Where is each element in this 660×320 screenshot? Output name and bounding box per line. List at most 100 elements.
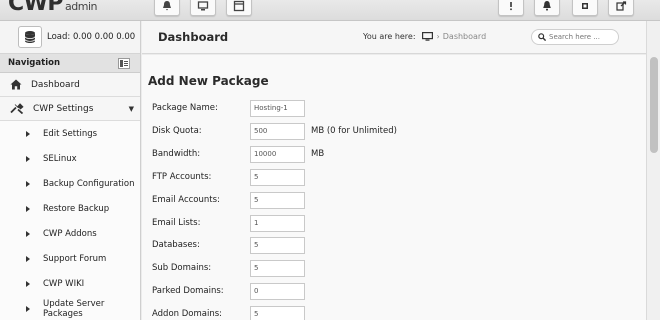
content-header: Dashboard You are here: › Dashboard: [142, 21, 646, 54]
form-row: Addon Domains:: [152, 305, 305, 320]
form-row: FTP Accounts:: [152, 168, 305, 186]
navigation-title: Navigation: [8, 58, 60, 68]
sidebar-subitem-label: CWP WIKI: [43, 278, 85, 289]
field-input[interactable]: [250, 305, 305, 320]
sidebar-subitem-label: Restore Backup: [43, 203, 110, 214]
server-load: Load: 0.00 0.00 0.00: [0, 21, 140, 54]
bell-icon: [163, 1, 171, 11]
cwp-logo[interactable]: CWP admin: [8, 0, 98, 16]
field-input[interactable]: [250, 122, 305, 140]
breadcrumb: You are here: › Dashboard: [363, 32, 486, 41]
sidebar-subitem[interactable]: Support Forum: [0, 246, 140, 271]
search-box: [531, 29, 619, 45]
sidebar-subitem[interactable]: CWP Addons: [0, 221, 140, 246]
sidebar-subitem[interactable]: SELinux: [0, 146, 140, 171]
caret-right-icon: [26, 230, 30, 237]
form-row: Sub Domains:: [152, 259, 305, 277]
sidebar-item-cwp-settings[interactable]: CWP Settings ▼: [0, 97, 140, 121]
chevron-right-icon: ›: [436, 32, 440, 41]
logout-icon: [616, 1, 627, 11]
caret-right-icon: [26, 155, 30, 162]
top-bar: CWP admin: [0, 0, 660, 21]
field-label: Bandwidth:: [152, 149, 201, 159]
field-label: Email Accounts:: [152, 195, 220, 205]
form-row: Databases:: [152, 236, 305, 254]
search-input[interactable]: [549, 33, 617, 41]
settings-submenu: Edit Settings SELinux Backup Configuration…: [0, 121, 140, 320]
sidebar-item-dashboard[interactable]: Dashboard: [0, 73, 140, 97]
tools-icon: [10, 103, 24, 114]
field-input[interactable]: [250, 168, 305, 186]
field-label: FTP Accounts:: [152, 172, 212, 182]
sidebar-subitem-label: Edit Settings: [43, 128, 98, 139]
field-input[interactable]: [250, 191, 305, 209]
caret-right-icon: [26, 305, 30, 312]
field-unit: MB (0 for Unlimited): [311, 126, 397, 136]
window-button[interactable]: [226, 0, 252, 16]
form-row: Package Name:: [152, 99, 305, 117]
caret-right-icon: [26, 280, 30, 287]
sidebar-subitem-label: SELinux: [43, 153, 77, 164]
field-label: Addon Domains:: [152, 309, 223, 319]
user-button[interactable]: [572, 0, 598, 16]
form-row: Disk Quota: MB (0 for Unlimited): [152, 122, 397, 140]
navigation-header: Navigation: [0, 54, 140, 73]
sidebar-item-label: Dashboard: [31, 79, 80, 90]
sidebar-subitem-label: Update Server Packages: [43, 298, 105, 319]
field-input[interactable]: [250, 214, 305, 232]
caret-right-icon: [26, 180, 30, 187]
scrollbar-thumb[interactable]: [650, 57, 658, 153]
alerts-icon: [543, 1, 551, 11]
field-input[interactable]: [250, 282, 305, 300]
desktop-button[interactable]: [190, 0, 216, 16]
main-content: Add New Package Package Name: Disk Quota:…: [142, 55, 646, 320]
caret-right-icon: [26, 205, 30, 212]
field-unit: MB: [311, 149, 325, 159]
sidebar-subitem-label: CWP Addons: [43, 228, 97, 239]
sidebar-subitem[interactable]: Backup Configuration: [0, 171, 140, 196]
monitor-icon: [421, 32, 433, 41]
breadcrumb-current[interactable]: Dashboard: [443, 32, 486, 41]
form-row: Bandwidth: MB: [152, 145, 324, 163]
sidebar-subitem-label: Support Forum: [43, 253, 107, 264]
load-text: Load: 0.00 0.00 0.00: [47, 32, 136, 42]
help-button[interactable]: [498, 0, 524, 16]
search-icon: [538, 33, 546, 41]
logo-text: CWP: [8, 0, 64, 16]
help-icon: [510, 2, 512, 11]
field-input[interactable]: [250, 145, 305, 163]
sidebar-toggle-icon[interactable]: [118, 57, 130, 69]
alerts-button[interactable]: [534, 0, 560, 16]
field-input[interactable]: [250, 236, 305, 254]
field-label: Email Lists:: [152, 218, 201, 228]
logout-button[interactable]: [608, 0, 634, 16]
field-input[interactable]: [250, 259, 305, 277]
form-row: Email Accounts:: [152, 191, 305, 209]
sidebar: Load: 0.00 0.00 0.00 Navigation Dashboar…: [0, 21, 141, 320]
page-scrollbar[interactable]: [646, 21, 660, 320]
form-title: Add New Package: [148, 74, 269, 88]
sidebar-subitem[interactable]: Restore Backup: [0, 196, 140, 221]
field-label: Databases:: [152, 240, 200, 250]
field-label: Parked Domains:: [152, 286, 224, 296]
field-label: Sub Domains:: [152, 263, 212, 273]
breadcrumb-prefix: You are here:: [363, 32, 416, 41]
field-label: Disk Quota:: [152, 126, 202, 136]
window-icon: [233, 0, 245, 12]
page-title: Dashboard: [158, 30, 229, 44]
user-icon: [582, 3, 588, 9]
sidebar-subitem[interactable]: CWP WIKI: [0, 271, 140, 296]
logo-sub: admin: [65, 0, 98, 13]
notifications-button[interactable]: [154, 0, 180, 16]
sidebar-subitem-label: Backup Configuration: [43, 178, 135, 189]
sidebar-subitem[interactable]: Edit Settings: [0, 121, 140, 146]
caret-right-icon: [26, 255, 30, 262]
sidebar-item-label: CWP Settings: [33, 103, 94, 114]
home-icon: [10, 79, 22, 90]
form-row: Email Lists:: [152, 214, 305, 232]
sidebar-subitem[interactable]: Update Server Packages: [0, 296, 140, 320]
form-row: Parked Domains:: [152, 282, 305, 300]
database-icon: [18, 26, 42, 48]
desktop-icon: [197, 1, 209, 11]
field-input[interactable]: [250, 99, 305, 117]
